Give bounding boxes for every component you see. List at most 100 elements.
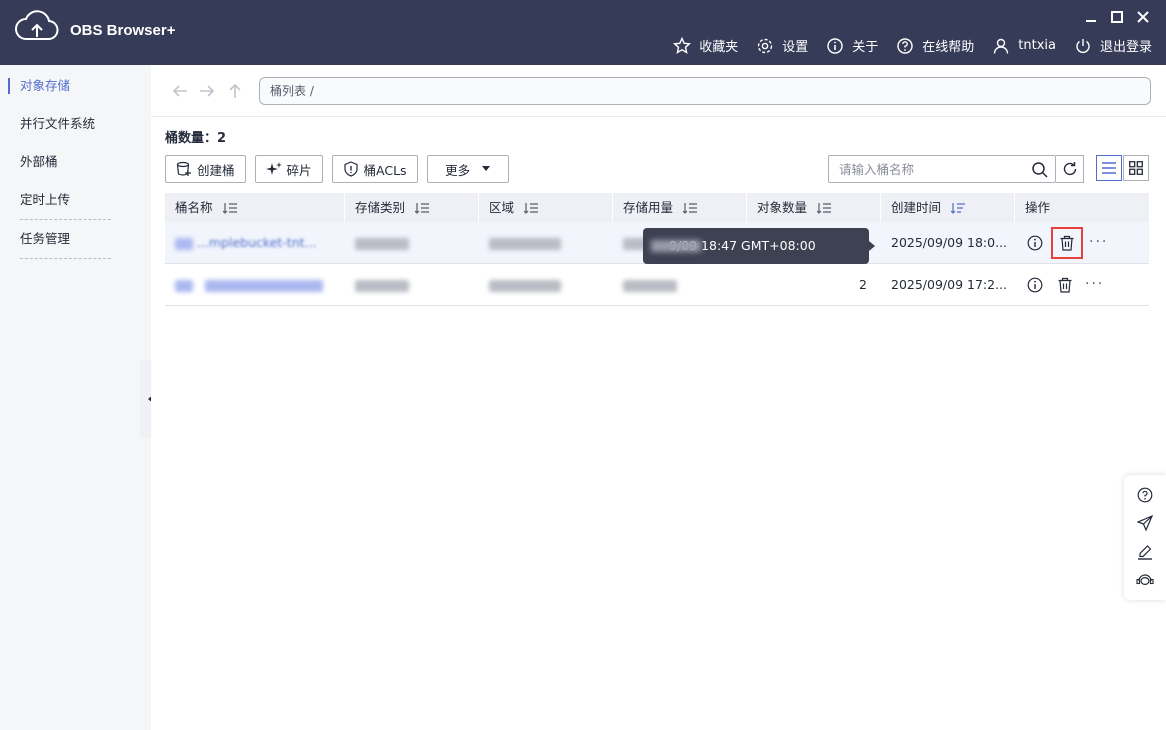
bucket-name-link[interactable]: ...mplebucket-tnt... [197,235,316,250]
column-header-label: 对象数量 [757,200,808,215]
arrow-right-icon [200,85,215,97]
create-bucket-button[interactable]: 创建桶 [165,155,246,183]
more-dropdown[interactable]: 更多 [426,155,509,183]
search-box [828,155,1056,183]
column-header-name[interactable]: 桶名称 [165,193,345,222]
minimize-button[interactable] [1082,8,1100,26]
more-actions-button[interactable]: ··· [1085,264,1104,305]
maximize-button[interactable] [1108,8,1126,26]
sidebar-item-parallel-fs[interactable]: 并行文件系统 [0,105,151,143]
trash-icon [1060,235,1074,251]
created-time-cell: 2025/09/09 18:0... [891,235,1008,250]
delete-bucket-button-highlighted[interactable] [1051,226,1083,259]
sidebar-item-label: 任务管理 [20,231,71,246]
more-actions-button[interactable]: ··· [1089,222,1108,263]
help-button[interactable]: 在线帮助 [896,36,974,55]
grid-view-button[interactable] [1123,155,1149,181]
window-controls [1082,8,1152,26]
close-button[interactable] [1134,8,1152,26]
sidebar-item-object-storage[interactable]: 对象存储 [0,67,151,105]
forward-button[interactable] [198,83,216,99]
bucket-name-cell [165,264,345,305]
bucket-add-icon [176,161,191,176]
bucket-acls-label: 桶ACLs [363,162,407,178]
logout-label: 退出登录 [1099,40,1152,55]
up-button[interactable] [226,83,244,99]
sort-icon [817,202,832,214]
column-header-created[interactable]: 创建时间 [881,193,1015,222]
support-float-button[interactable] [1135,570,1155,590]
address-bar: 桶列表 / [151,65,1166,117]
actions-cell: ··· [1015,222,1149,263]
sort-icon [222,202,237,214]
user-button[interactable]: tntxia [992,37,1056,55]
logout-button[interactable]: 退出登录 [1074,36,1152,55]
bucket-count-value: 2 [217,131,227,146]
settings-button[interactable]: 设置 [756,36,808,55]
arrow-up-icon [229,83,241,98]
minimize-icon [1086,20,1096,22]
created-time-cell: 2025/09/09 17:2... [891,277,1008,292]
sidebar-item-label: 对象存储 [20,78,71,93]
help-label: 在线帮助 [922,40,975,55]
column-header-actions: 操作 [1015,193,1149,222]
search-input[interactable] [829,156,1019,182]
column-header-storage-class[interactable]: 存储类别 [345,193,479,222]
title-bar: OBS Browser+ 收藏夹 设置 关于 在线帮助 tntxia 退出登录 [0,0,1166,65]
column-header-label: 创建时间 [891,200,942,215]
sidebar-item-task-management[interactable]: 任务管理 [0,220,151,258]
bucket-info-button[interactable] [1025,233,1045,253]
settings-label: 设置 [782,40,809,55]
pen-icon [1138,544,1152,560]
bucket-name-link[interactable] [204,279,323,292]
more-label: 更多 [445,162,471,178]
favorites-button[interactable]: 收藏夹 [673,36,738,55]
sidebar-item-label: 外部桶 [20,154,58,169]
column-header-region[interactable]: 区域 [479,193,613,222]
sidebar: 对象存储 并行文件系统 外部桶 定时上传 任务管理 [0,65,151,730]
edit-float-button[interactable] [1135,542,1155,562]
info-icon [827,37,843,54]
sidebar-item-scheduled-upload[interactable]: 定时上传 [0,181,151,219]
question-icon [1137,487,1153,503]
cloud-upload-logo-icon [15,10,59,41]
user-label: tntxia [1018,38,1056,53]
question-icon [897,37,913,54]
help-float-button[interactable] [1135,485,1155,505]
object-count-cell: 2 [859,277,867,292]
grid-icon [1129,161,1143,175]
region-cell [479,264,613,305]
search-icon[interactable] [1031,161,1049,179]
back-button[interactable] [171,83,189,99]
main-content: 桶列表 / 桶数量：2 创建桶 碎片 桶ACLs 更多 请输入桶名称 桶名称 存… [151,65,1166,730]
feedback-float-button[interactable] [1135,513,1155,533]
sidebar-item-label: 定时上传 [20,192,71,207]
column-header-label: 区域 [489,200,515,215]
storage-class-cell [345,222,479,263]
app-title: OBS Browser+ [70,22,176,39]
refresh-button[interactable] [1056,155,1084,183]
bucket-acls-button[interactable]: 桶ACLs [331,155,418,183]
column-header-usage[interactable]: 存储用量 [613,193,747,222]
path-input[interactable]: 桶列表 / [259,77,1151,105]
bucket-count: 桶数量：2 [165,127,226,146]
list-view-button[interactable] [1096,155,1122,181]
column-header-object-count[interactable]: 对象数量 [747,193,881,222]
sidebar-item-external-bucket[interactable]: 外部桶 [0,143,151,181]
sort-icon [415,202,430,214]
column-header-label: 存储类别 [355,200,406,215]
fragments-button[interactable]: 碎片 [254,155,323,183]
bucket-info-button[interactable] [1025,275,1045,295]
table-header: 桶名称 存储类别 区域 存储用量 对象数量 创建时间 操作 [165,193,1149,222]
table-row[interactable]: 2 2025/09/09 17:2... ··· [165,264,1149,306]
time-tooltip: 9/09 18:47 GMT+08:00 [643,228,875,264]
close-icon [1137,11,1149,23]
column-header-label: 存储用量 [623,200,674,215]
about-label: 关于 [852,40,879,55]
delete-bucket-button[interactable] [1055,275,1075,295]
redacted-value [623,279,677,292]
shield-icon [343,161,358,177]
maximize-icon [1111,11,1123,23]
info-icon [1027,235,1043,250]
about-button[interactable]: 关于 [826,36,878,55]
